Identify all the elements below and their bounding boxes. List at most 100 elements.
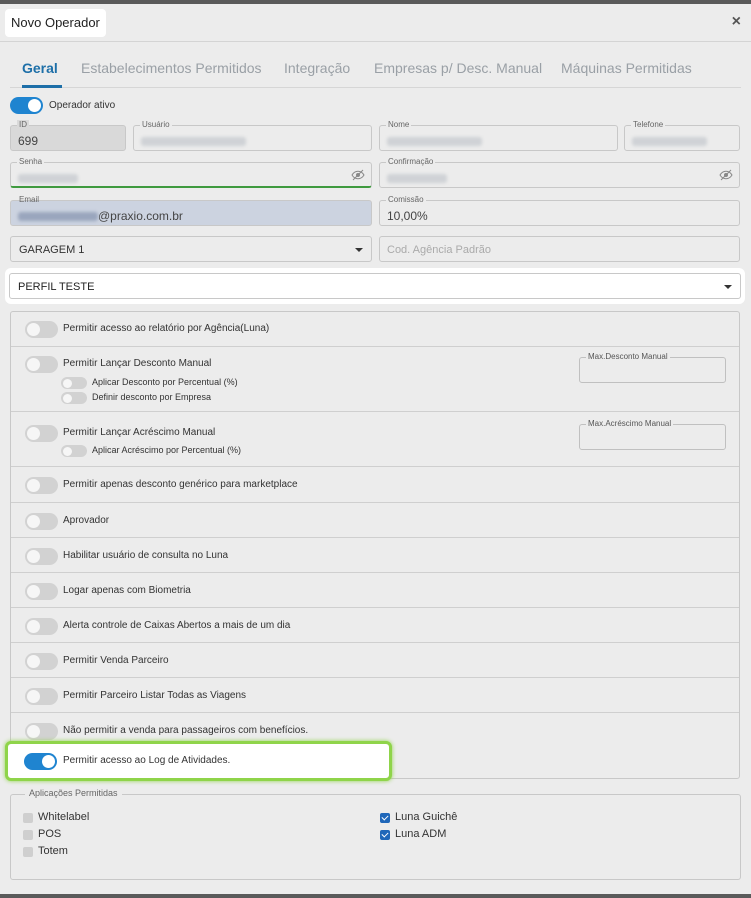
log-atividades-label: Permitir acesso ao Log de Atividades. [63, 755, 231, 766]
permission-label: Permitir apenas desconto genérico para m… [63, 479, 298, 490]
comissao-field[interactable]: Comissão 10,00% [379, 195, 740, 226]
permission-row: Permitir Lançar Acréscimo Manual Aplicar… [11, 412, 739, 467]
nome-field[interactable]: Nome [379, 120, 618, 151]
log-atividades-toggle[interactable] [24, 753, 57, 770]
id-value: 699 [18, 134, 39, 148]
tab-estabelecimentos[interactable]: Estabelecimentos Permitidos [81, 60, 262, 76]
senha-field[interactable]: Senha [10, 157, 372, 188]
comissao-label: Comissão [386, 195, 426, 204]
permission-row: Habilitar usuário de consulta no Luna [11, 538, 739, 573]
sub-permission-toggle[interactable] [61, 392, 87, 404]
nome-label: Nome [386, 120, 412, 129]
permission-row: Permitir apenas desconto genérico para m… [11, 467, 739, 503]
permission-row: Permitir Parceiro Listar Todas as Viagen… [11, 678, 739, 713]
permission-row: Permitir acesso ao relatório por Agência… [11, 312, 739, 347]
sub-permission-label: Aplicar Acréscimo por Percentual (%) [92, 445, 242, 455]
caret-down-icon [355, 248, 363, 252]
applications-group: Aplicações Permitidas Whitelabel POS Tot… [10, 788, 741, 880]
redacted-text [632, 137, 707, 147]
permission-label: Logar apenas com Biometria [63, 585, 191, 596]
permission-toggle[interactable] [25, 653, 58, 670]
max-desconto-field[interactable]: Max.Desconto Manual [579, 352, 726, 383]
email-domain: @praxio.com.br [98, 209, 183, 223]
checkbox-totem[interactable] [23, 847, 33, 857]
modal-title: Novo Operador [5, 9, 106, 37]
permission-label: Permitir Lançar Acréscimo Manual [63, 427, 216, 438]
window-bottom-edge [0, 894, 751, 898]
new-operator-modal: Novo Operador × Geral Estabelecimentos P… [0, 4, 751, 894]
tab-geral[interactable]: Geral [22, 60, 58, 76]
operator-active-toggle[interactable] [10, 97, 43, 114]
luna-adm-label: Luna ADM [395, 828, 447, 840]
garagem-select[interactable]: GARAGEM 1 [10, 236, 372, 262]
permission-label: Habilitar usuário de consulta no Luna [63, 550, 229, 561]
permission-toggle[interactable] [25, 583, 58, 600]
redacted-text [387, 174, 447, 184]
permission-label: Permitir Lançar Desconto Manual [63, 358, 212, 369]
permission-toggle[interactable] [25, 723, 58, 740]
applications-legend: Aplicações Permitidas [25, 788, 122, 798]
tab-empresas-desc-manual[interactable]: Empresas p/ Desc. Manual [374, 60, 542, 76]
permission-toggle[interactable] [25, 425, 58, 442]
sub-permission-toggle[interactable] [61, 377, 87, 389]
modal-header: Novo Operador × [0, 4, 751, 42]
permission-row: Permitir Venda Parceiro [11, 643, 739, 678]
cod-agencia-placeholder: Cod. Agência Padrão [387, 244, 491, 256]
sub-permission-toggle[interactable] [61, 445, 87, 457]
checkbox-whitelabel[interactable] [23, 813, 33, 823]
permission-toggle[interactable] [25, 477, 58, 494]
caret-down-icon [724, 285, 732, 289]
email-label: Email [19, 195, 40, 204]
eye-slash-icon[interactable] [351, 169, 365, 181]
permissions-panel: Permitir acesso ao relatório por Agência… [10, 311, 740, 779]
checkbox-luna-guiche[interactable] [380, 813, 390, 823]
checkbox-luna-adm[interactable] [380, 830, 390, 840]
active-tab-indicator [22, 85, 62, 88]
telefone-label: Telefone [631, 120, 666, 129]
max-acrescimo-label: Max.Acréscimo Manual [586, 419, 674, 428]
pos-label: POS [38, 828, 62, 840]
tab-maquinas-permitidas[interactable]: Máquinas Permitidas [561, 60, 692, 76]
id-label: ID [17, 120, 29, 129]
permission-toggle[interactable] [25, 618, 58, 635]
permission-row: Alerta controle de Caixas Abertos a mais… [11, 608, 739, 643]
permission-label: Alerta controle de Caixas Abertos a mais… [63, 620, 291, 631]
eye-slash-icon[interactable] [719, 169, 733, 181]
max-acrescimo-field[interactable]: Max.Acréscimo Manual [579, 419, 726, 450]
permission-toggle[interactable] [25, 548, 58, 565]
tab-integracao[interactable]: Integração [284, 60, 350, 76]
redacted-text [18, 212, 98, 222]
perfil-highlight: PERFIL TESTE [5, 268, 745, 304]
redacted-text [387, 137, 482, 147]
close-icon[interactable]: × [732, 14, 741, 30]
permission-toggle[interactable] [25, 356, 58, 373]
luna-guiche-label: Luna Guichê [395, 811, 458, 823]
permission-label: Permitir Venda Parceiro [63, 655, 169, 666]
max-desconto-label: Max.Desconto Manual [586, 352, 670, 361]
perfil-select[interactable]: PERFIL TESTE [9, 273, 741, 299]
senha-label: Senha [17, 157, 45, 166]
sub-permission-label: Definir desconto por Empresa [92, 392, 212, 402]
email-field[interactable]: Email @praxio.com.br [10, 195, 372, 226]
confirmacao-field[interactable]: Confirmação [379, 157, 740, 188]
checkbox-pos[interactable] [23, 830, 33, 840]
sub-permission-label: Aplicar Desconto por Percentual (%) [92, 377, 238, 387]
redacted-text [141, 137, 246, 147]
permission-toggle[interactable] [25, 321, 58, 338]
permission-toggle[interactable] [25, 688, 58, 705]
usuario-field[interactable]: Usuário [133, 120, 372, 151]
permission-row: Permitir Lançar Desconto Manual Aplicar … [11, 347, 739, 412]
usuario-label: Usuário [140, 120, 172, 129]
id-field: ID 699 [10, 120, 126, 151]
comissao-value: 10,00% [387, 209, 428, 223]
permission-label: Permitir Parceiro Listar Todas as Viagen… [63, 690, 247, 701]
cod-agencia-field[interactable]: Cod. Agência Padrão [379, 236, 740, 262]
telefone-field[interactable]: Telefone [624, 120, 740, 151]
log-atividades-highlight: Permitir acesso ao Log de Atividades. [5, 741, 392, 781]
perfil-value: PERFIL TESTE [18, 281, 95, 293]
permission-toggle[interactable] [25, 513, 58, 530]
confirmacao-label: Confirmação [386, 157, 436, 166]
whitelabel-label: Whitelabel [38, 811, 90, 823]
permission-row: Aprovador [11, 503, 739, 538]
tab-bar: Geral Estabelecimentos Permitidos Integr… [10, 52, 741, 88]
